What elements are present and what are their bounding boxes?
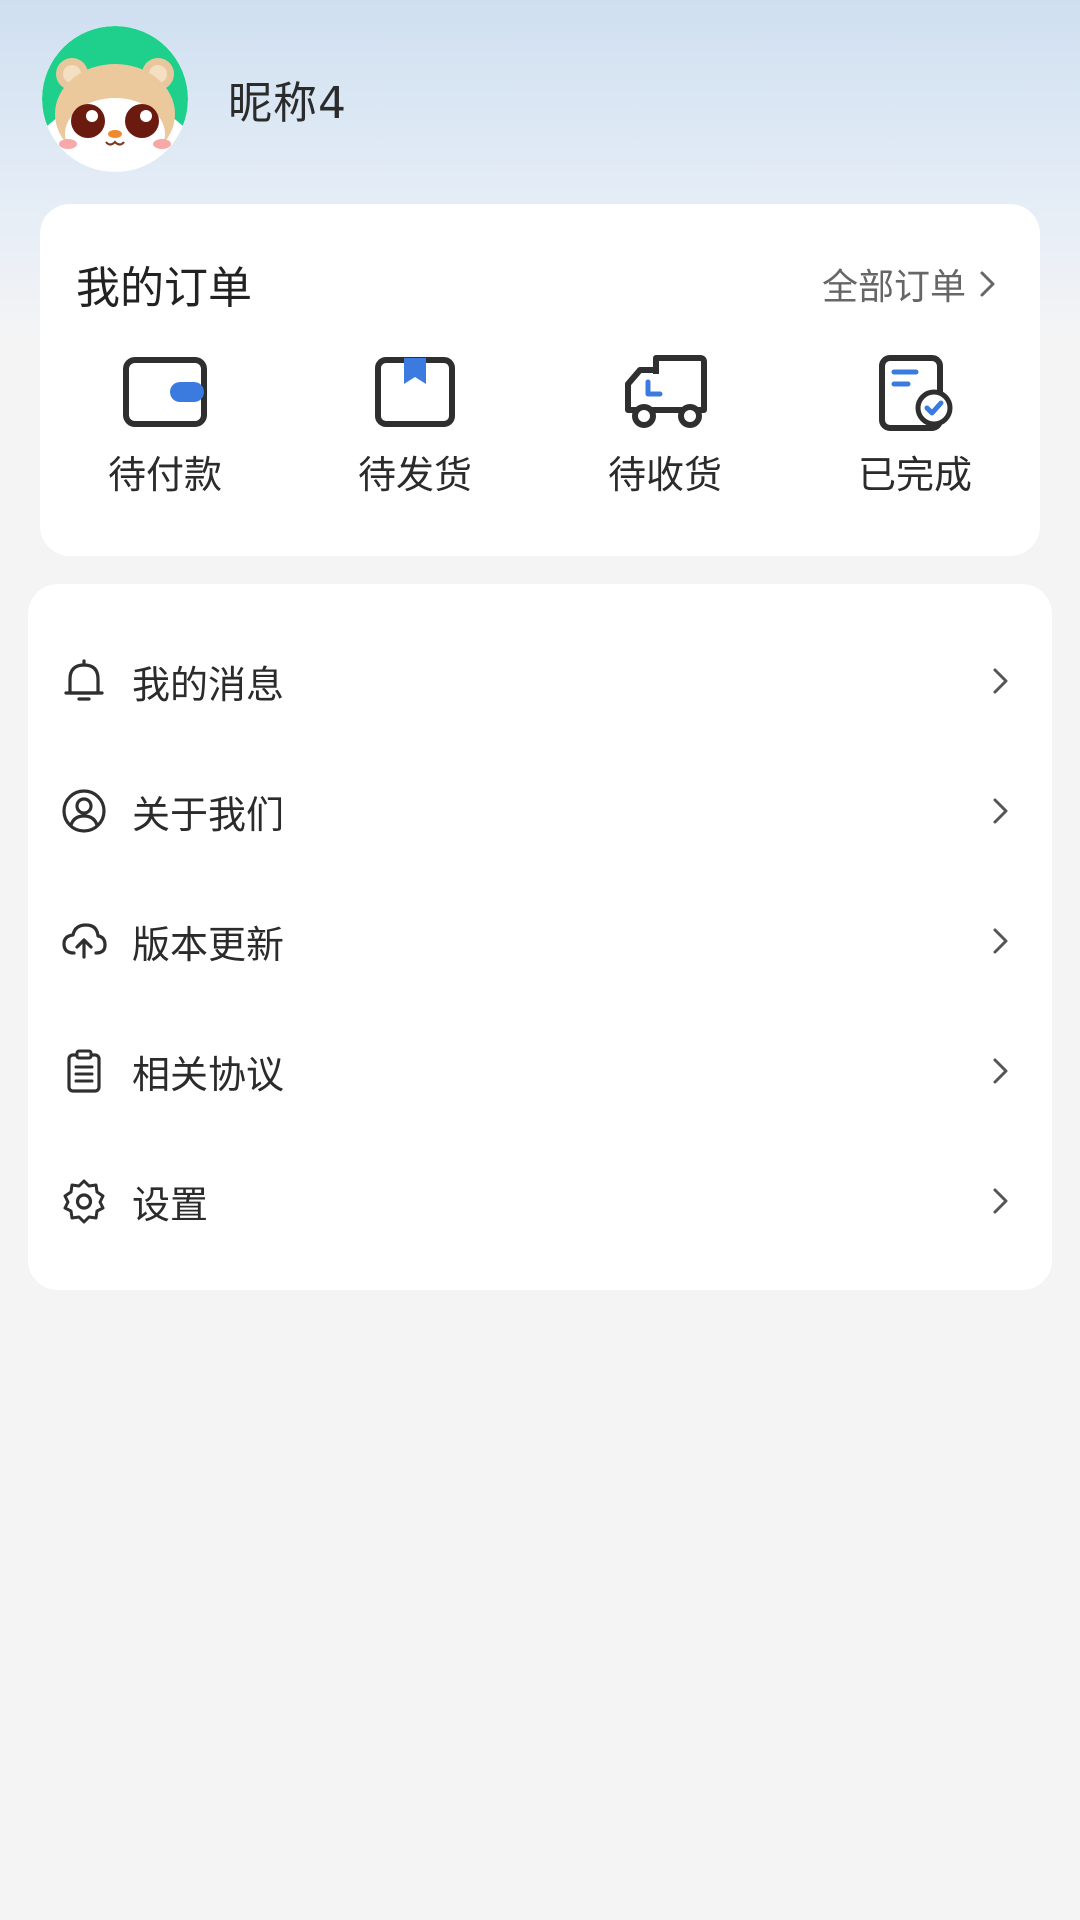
menu-item-settings[interactable]: 设置	[28, 1136, 1052, 1266]
chevron-right-icon	[980, 271, 995, 297]
menu-item-label: 版本更新	[132, 922, 285, 967]
profile-header[interactable]: 昵称4	[42, 26, 347, 172]
chevron-right-icon	[993, 928, 1008, 954]
menu-item-about[interactable]: 关于我们	[28, 746, 1052, 876]
user-circle-icon	[62, 789, 106, 833]
order-completed-label: 已完成	[857, 453, 972, 497]
menu-item-agreements[interactable]: 相关协议	[28, 1006, 1052, 1136]
menu-item-label: 我的消息	[132, 662, 285, 707]
order-pending-payment[interactable]: 待付款	[40, 352, 290, 499]
menu-item-label: 相关协议	[132, 1052, 285, 1097]
my-orders-card: 我的订单 全部订单 待付款 待发货 待收货 已完成	[40, 204, 1040, 556]
chevron-right-icon	[993, 798, 1008, 824]
nickname: 昵称4	[228, 78, 347, 129]
document-check-icon	[879, 355, 953, 431]
clipboard-icon	[67, 1049, 101, 1093]
orders-title: 我的订单	[76, 263, 252, 314]
order-pending-receipt-label: 待收货	[607, 453, 722, 497]
chevron-right-icon	[993, 668, 1008, 694]
all-orders-label: 全部订单	[821, 267, 966, 308]
package-icon	[375, 357, 455, 427]
menu-item-messages[interactable]: 我的消息	[28, 616, 1052, 746]
order-pending-shipment-label: 待发货	[357, 453, 472, 497]
menu-item-label: 关于我们	[132, 792, 285, 837]
truck-icon	[625, 355, 707, 428]
bell-icon	[64, 659, 104, 701]
chevron-right-icon	[993, 1058, 1008, 1084]
avatar[interactable]	[42, 26, 188, 172]
wallet-icon	[123, 357, 207, 427]
menu-item-version-update[interactable]: 版本更新	[28, 876, 1052, 1006]
order-status-list: 待付款 待发货 待收货 已完成	[40, 352, 1040, 499]
menu-list: 我的消息 关于我们 版本更新 相关协议 设置	[28, 616, 1052, 1266]
order-pending-shipment[interactable]: 待发货	[290, 352, 540, 499]
hamster-avatar-icon	[42, 26, 188, 172]
order-pending-payment-label: 待付款	[107, 453, 222, 497]
gear-icon	[63, 1179, 105, 1224]
menu-card: 我的消息 关于我们 版本更新 相关协议 设置	[28, 584, 1052, 1290]
menu-item-label: 设置	[132, 1182, 209, 1227]
cloud-upload-icon	[62, 923, 107, 959]
orders-header: 我的订单 全部订单	[76, 254, 1000, 314]
all-orders-link[interactable]: 全部订单	[822, 258, 1000, 310]
order-completed[interactable]: 已完成	[790, 352, 1040, 499]
chevron-right-icon	[993, 1188, 1008, 1214]
order-pending-receipt[interactable]: 待收货	[540, 352, 790, 499]
